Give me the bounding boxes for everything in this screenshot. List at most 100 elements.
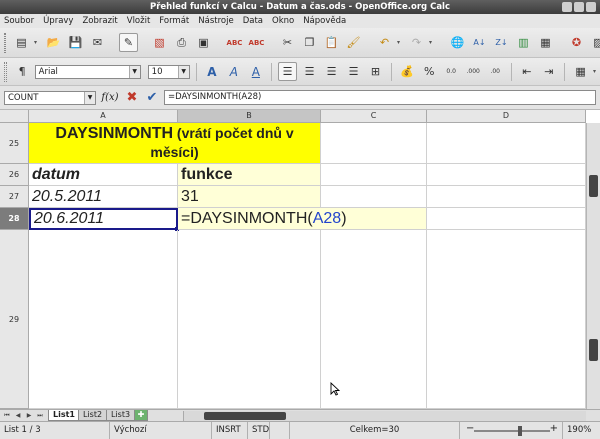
new-dropdown-icon[interactable]: ▾	[34, 39, 41, 46]
spellcheck-icon[interactable]: ABC	[225, 33, 244, 52]
font-size-combo[interactable]: 10 ▼	[147, 64, 190, 79]
horizontal-scrollbar[interactable]	[183, 411, 586, 421]
toolbar-grip[interactable]	[4, 61, 7, 82]
cell-d28[interactable]	[427, 208, 586, 230]
cancel-icon[interactable]: ✖	[124, 90, 140, 105]
menu-upravy[interactable]: Úpravy	[43, 16, 73, 26]
cell-a27[interactable]: 20.5.2011	[29, 186, 178, 208]
sheet-tab-list1[interactable]: List1	[48, 410, 80, 421]
pivot-icon[interactable]: ▦	[536, 33, 555, 52]
sort-ascending-icon[interactable]: A↓	[470, 33, 489, 52]
cell-b26[interactable]: funkce	[178, 164, 321, 186]
percent-icon[interactable]: %	[420, 62, 439, 81]
select-all-corner[interactable]	[0, 110, 29, 123]
gallery-icon[interactable]: ▨	[589, 33, 600, 52]
export-pdf-icon[interactable]: ▧	[150, 33, 169, 52]
zoom-knob[interactable]	[518, 426, 522, 436]
column-header-b[interactable]: B	[178, 110, 321, 123]
undo-icon[interactable]: ↶	[375, 33, 394, 52]
zoom-out-icon[interactable]: −	[466, 423, 474, 434]
next-sheet-icon[interactable]: ▶	[24, 411, 34, 421]
cell-b27[interactable]: 31	[178, 186, 321, 208]
name-box[interactable]: COUNT ▼	[4, 90, 96, 105]
print-preview-icon[interactable]: ▣	[194, 33, 213, 52]
add-decimal-icon[interactable]: .000	[464, 62, 483, 81]
autospellcheck-icon[interactable]: ABC	[247, 33, 266, 52]
italic-icon[interactable]: A	[224, 62, 243, 81]
menu-soubor[interactable]: Soubor	[4, 16, 34, 26]
row-header-27[interactable]: 27	[0, 186, 29, 208]
last-sheet-icon[interactable]: ⏭	[35, 411, 45, 421]
hyperlink-icon[interactable]: 🌐	[448, 33, 467, 52]
chart-icon[interactable]: ▥	[514, 33, 533, 52]
cell-d26[interactable]	[427, 164, 586, 186]
sheet-tab-list3[interactable]: List3	[106, 410, 136, 421]
status-sum[interactable]: Celkem=30	[290, 422, 460, 439]
column-header-a[interactable]: A	[29, 110, 178, 123]
status-insert-mode[interactable]: INSRT	[212, 422, 248, 439]
column-header-d[interactable]: D	[427, 110, 586, 123]
paste-icon[interactable]: 📋	[322, 33, 341, 52]
row-header-28[interactable]: 28	[0, 208, 29, 230]
cell-b28-editing[interactable]: =DAYSINMONTH(A28)	[178, 208, 427, 230]
status-selection-mode[interactable]: STD	[248, 422, 270, 439]
cell-d29[interactable]	[427, 230, 586, 409]
justify-icon[interactable]: ☰	[344, 62, 363, 81]
edit-file-icon[interactable]: ✎	[119, 33, 138, 52]
menu-vlozit[interactable]: Vložit	[127, 16, 151, 26]
copy-icon[interactable]: ❐	[300, 33, 319, 52]
chevron-down-icon[interactable]: ▼	[84, 91, 95, 104]
row-header-26[interactable]: 26	[0, 164, 29, 186]
currency-icon[interactable]: 💰	[398, 62, 417, 81]
close-button[interactable]	[586, 2, 596, 12]
menu-nastroje[interactable]: Nástroje	[198, 16, 233, 26]
chevron-down-icon[interactable]: ▼	[177, 65, 189, 78]
align-left-icon[interactable]: ☰	[278, 62, 298, 81]
cell-d27[interactable]	[427, 186, 586, 208]
cell-b29[interactable]	[178, 230, 321, 409]
redo-icon[interactable]: ↷	[407, 33, 426, 52]
scroll-thumb[interactable]	[204, 412, 286, 420]
cell-c26[interactable]	[321, 164, 427, 186]
align-center-icon[interactable]: ☰	[300, 62, 319, 81]
function-wizard-button[interactable]: f(x)	[100, 92, 120, 103]
zoom-in-icon[interactable]: +	[550, 423, 558, 434]
increase-indent-icon[interactable]: ⇥	[539, 62, 558, 81]
cut-icon[interactable]: ✂	[278, 33, 297, 52]
zoom-slider[interactable]: − +	[466, 423, 558, 436]
first-sheet-icon[interactable]: ⏮	[2, 411, 12, 421]
toolbar-grip[interactable]	[4, 32, 6, 53]
email-icon[interactable]: ✉	[88, 33, 107, 52]
cell-a25-title[interactable]: DAYSINMONTH (vrátí počet dnů v měsíci)	[29, 123, 321, 164]
cell-a29[interactable]	[29, 230, 178, 409]
cell-a28-referenced[interactable]: 20.6.2011	[29, 208, 178, 230]
cell-c25[interactable]	[321, 123, 427, 164]
accept-icon[interactable]: ✔	[144, 90, 160, 105]
underline-icon[interactable]: A	[246, 62, 265, 81]
sort-descending-icon[interactable]: Z↓	[492, 33, 511, 52]
styles-icon[interactable]: ¶	[13, 62, 32, 81]
formula-input[interactable]: =DAYSINMONTH(A28)	[164, 90, 596, 105]
borders-icon[interactable]: ▦	[571, 62, 590, 81]
borders-dropdown-icon[interactable]: ▾	[593, 68, 600, 75]
maximize-button[interactable]	[574, 2, 584, 12]
status-page-style[interactable]: Výchozí	[110, 422, 212, 439]
row-header-29[interactable]: 29	[0, 230, 29, 409]
undo-dropdown-icon[interactable]: ▾	[397, 39, 404, 46]
scroll-thumb-split[interactable]	[589, 339, 598, 361]
status-zoom[interactable]: 190%	[562, 422, 600, 439]
decrease-indent-icon[interactable]: ⇤	[517, 62, 536, 81]
scroll-thumb[interactable]	[589, 175, 598, 197]
navigator-icon[interactable]: ✪	[567, 33, 586, 52]
chevron-down-icon[interactable]: ▼	[128, 65, 140, 78]
add-sheet-icon[interactable]: ✚	[134, 410, 148, 421]
minimize-button[interactable]	[562, 2, 572, 12]
menu-format[interactable]: Formát	[159, 16, 189, 26]
merge-cells-icon[interactable]: ⊞	[366, 62, 385, 81]
menu-zobrazit[interactable]: Zobrazit	[82, 16, 117, 26]
vertical-scrollbar[interactable]	[586, 123, 600, 409]
cell-a26[interactable]: datum	[29, 164, 178, 186]
clone-format-icon[interactable]: 🖌	[344, 33, 363, 52]
remove-decimal-icon[interactable]: .00	[486, 62, 505, 81]
standard-format-icon[interactable]: 0.0	[442, 62, 461, 81]
